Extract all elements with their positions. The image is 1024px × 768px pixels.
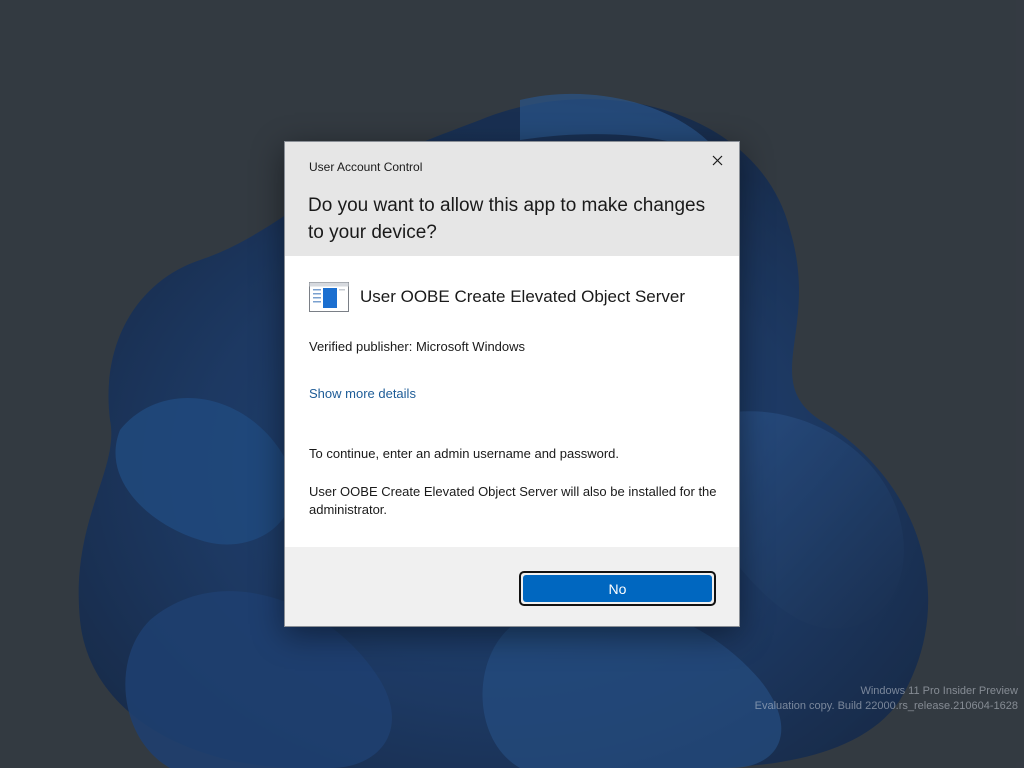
desktop: Windows 11 Pro Insider Preview Evaluatio… [0,0,1024,768]
show-more-details-link[interactable]: Show more details [309,386,416,401]
uac-dialog: User Account Control Do you want to allo… [284,141,740,627]
app-row: User OOBE Create Elevated Object Server [309,282,685,312]
dialog-header: User Account Control Do you want to allo… [285,142,739,256]
install-note-text: User OOBE Create Elevated Object Server … [309,484,717,517]
watermark-line-2: Evaluation copy. Build 22000.rs_release.… [754,700,1018,712]
close-button[interactable] [703,148,731,172]
watermark-line-1: Windows 11 Pro Insider Preview [860,685,1018,697]
no-button-label: No [523,575,712,602]
dialog-question: Do you want to allow this app to make ch… [308,195,706,243]
instruction-text: To continue, enter an admin username and… [309,446,620,461]
publisher-text: Verified publisher: Microsoft Windows [309,339,526,354]
close-icon [712,155,722,165]
application-window-icon [309,282,349,312]
evaluation-watermark: Windows 11 Pro Insider Preview Evaluatio… [755,684,1018,714]
dialog-caption: User Account Control [309,160,423,174]
no-button[interactable]: No [519,571,716,606]
app-name: User OOBE Create Elevated Object Server [360,287,686,306]
dialog-footer: No [285,547,739,626]
